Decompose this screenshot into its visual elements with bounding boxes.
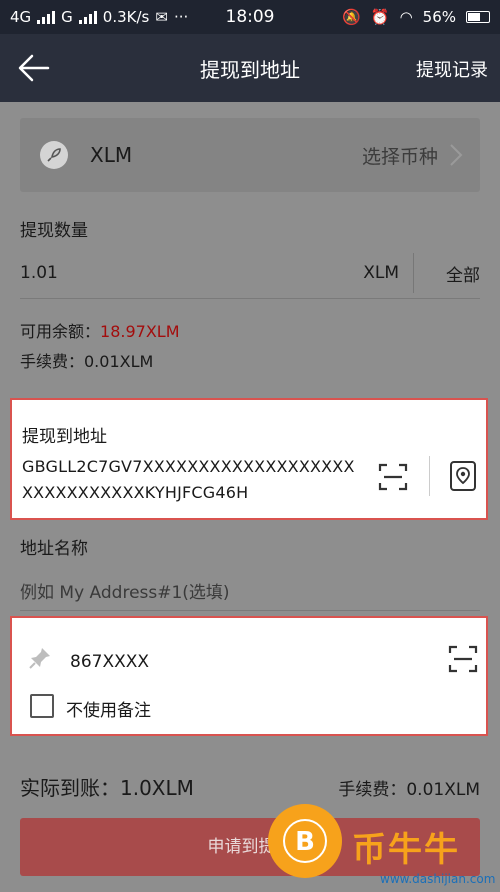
fee-info: 手续费：0.01XLM	[20, 352, 154, 371]
coin-name: XLM	[90, 143, 133, 167]
address-name-input[interactable]: 例如 My Address#1(选填)	[20, 578, 230, 603]
address-name-divider	[20, 610, 480, 611]
address-card: 提现到地址 GBGLL2C7GV7XXXXXXXXXXXXXXXXXXXXXXX…	[10, 398, 488, 520]
network2-label: G	[61, 8, 73, 26]
address-label: 提现到地址	[22, 427, 107, 447]
available-label: 可用余额：	[20, 322, 101, 341]
amount-unit: XLM	[363, 253, 414, 293]
address-input[interactable]: GBGLL2C7GV7XXXXXXXXXXXXXXXXXXXXXXXXXXXXX…	[22, 454, 362, 506]
network-label: 4G	[10, 8, 32, 26]
memo-input[interactable]: 867XXXX	[70, 652, 149, 672]
address-book-icon[interactable]	[448, 460, 478, 492]
pin-icon	[29, 648, 50, 669]
address-name-label: 地址名称	[20, 539, 88, 559]
alarm-icon: ⏰	[370, 8, 390, 26]
bitcoin-watermark-icon: B	[268, 804, 342, 878]
nav-bar: 提现到地址 提现记录	[0, 34, 500, 102]
chevron-right-icon	[450, 144, 463, 166]
wifi-icon: ◠	[399, 8, 413, 26]
battery-percent: 56%	[422, 8, 456, 26]
address-icon-separator	[429, 456, 430, 496]
main-content: XLM 选择币种 提现数量 1.01 XLM 全部 可用余额：18.97XLM …	[0, 102, 500, 892]
no-memo-label: 不使用备注	[66, 701, 151, 721]
svg-text:B: B	[295, 827, 315, 857]
amount-divider	[20, 298, 480, 299]
memo-scan-icon[interactable]	[448, 644, 478, 674]
speed-label: 0.3K/s	[102, 8, 150, 26]
status-left: 4G G 0.3K/s ✉ ···	[10, 8, 342, 26]
scan-icon[interactable]	[378, 462, 408, 492]
watermark-site: www.dashijian.com	[380, 872, 496, 886]
status-bar: 4G G 0.3K/s ✉ ··· 18:09 🔕 ⏰ ◠ 56%	[0, 0, 500, 34]
mute-icon: 🔕	[342, 8, 361, 26]
amount-label: 提现数量	[20, 221, 88, 241]
summary-row: 实际到账：1.0XLM 手续费：0.01XLM	[20, 772, 480, 801]
wechat-icon: ✉	[155, 8, 168, 26]
no-memo-checkbox[interactable]	[30, 694, 54, 718]
more-dots: ···	[173, 8, 189, 26]
coin-selector[interactable]: XLM 选择币种	[20, 118, 480, 192]
status-right: 🔕 ⏰ ◠ 56%	[342, 8, 490, 26]
battery-icon	[466, 11, 490, 23]
withdraw-records-link[interactable]: 提现记录	[416, 56, 488, 82]
signal2-icon	[78, 10, 97, 24]
choose-coin-label: 选择币种	[361, 145, 438, 168]
all-button[interactable]: 全部	[414, 261, 480, 286]
signal-icon	[37, 10, 56, 24]
memo-card: 867XXXX 不使用备注	[10, 616, 488, 736]
rocket-icon	[40, 141, 68, 169]
watermark-text: 币牛牛	[352, 830, 460, 870]
available-balance: 可用余额：18.97XLM	[20, 318, 180, 342]
available-value: 18.97XLM	[100, 322, 180, 341]
actual-received: 实际到账：1.0XLM	[20, 776, 194, 800]
amount-row: 1.01 XLM 全部	[20, 250, 480, 296]
amount-input[interactable]: 1.01	[20, 263, 363, 283]
back-arrow-icon[interactable]	[16, 52, 52, 84]
summary-fee: 手续费：0.01XLM	[338, 780, 480, 800]
